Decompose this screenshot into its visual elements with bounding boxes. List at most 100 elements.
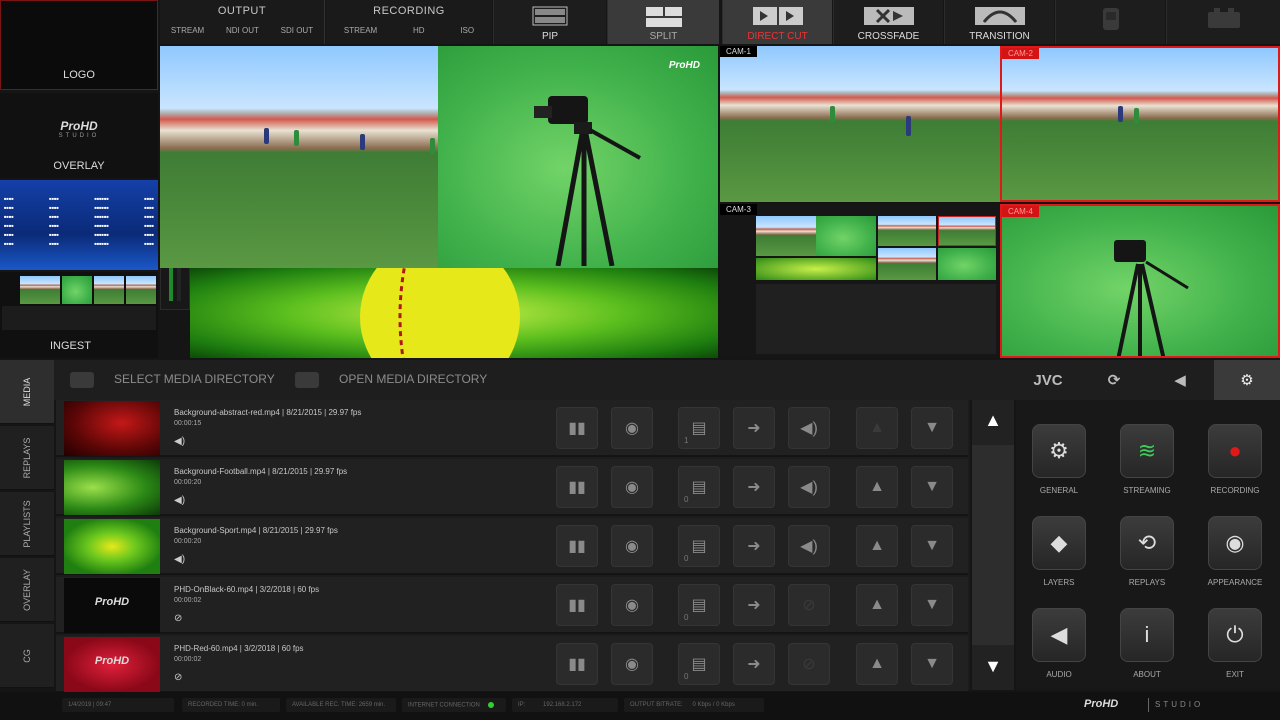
tab-replays[interactable]: REPLAYS (0, 426, 54, 490)
recording-iso-toggle[interactable]: ISO (457, 26, 477, 35)
camera-preview-3[interactable]: CAM-3 (720, 204, 1000, 358)
speaker-icon: ◀ (1174, 372, 1186, 389)
audio-button[interactable]: ◀) (788, 525, 830, 567)
pip-button[interactable]: PIP (493, 0, 606, 44)
media-scroll-track[interactable] (972, 445, 1014, 645)
preview-button[interactable]: ◉ (611, 466, 653, 508)
add-to-playlist-button[interactable]: ▤ 0 (678, 525, 720, 567)
camera-preview-2[interactable]: CAM-2 (1000, 46, 1280, 202)
media-thumbnail[interactable]: ProHD (64, 578, 160, 633)
output-sdi-toggle[interactable]: SDI OUT (278, 26, 316, 35)
settings-button[interactable]: ⚙ (1214, 360, 1280, 400)
direct-cut-button[interactable]: DIRECT CUT (722, 0, 832, 44)
send-button[interactable]: ➜ (733, 643, 775, 685)
logo-slot[interactable]: LOGO (0, 0, 158, 90)
play-button[interactable]: ▮▮ (556, 525, 598, 567)
scroll-up-icon[interactable]: ▲ (972, 410, 1014, 431)
exit-settings-button[interactable]: ⏻ (1208, 608, 1262, 662)
no-audio-icon[interactable]: ⊘ (174, 672, 182, 683)
scroll-down-icon[interactable]: ▼ (972, 656, 1014, 677)
preview-button[interactable]: ◉ (611, 584, 653, 626)
move-up-button[interactable]: ▲ (856, 643, 898, 685)
program-split-bottom[interactable] (190, 268, 718, 358)
preview-button[interactable]: ◉ (611, 643, 653, 685)
audio-icon[interactable]: ◀) (174, 436, 185, 447)
stinger-button[interactable] (1055, 0, 1165, 44)
about-settings-button[interactable]: i (1120, 608, 1174, 662)
audio-icon[interactable]: ◀) (174, 554, 185, 565)
transition-button[interactable]: TRANSITION (944, 0, 1054, 44)
output-stream-toggle[interactable]: STREAM (168, 26, 207, 35)
disabled-icon: ⊘ (802, 597, 816, 614)
play-button[interactable]: ▮▮ (556, 407, 598, 449)
recording-settings-button[interactable]: ● (1208, 424, 1262, 478)
media-thumbnail[interactable] (64, 460, 160, 515)
recording-stream-toggle[interactable]: STREAM (341, 26, 380, 35)
streaming-settings-button[interactable]: ≋ (1120, 424, 1174, 478)
media-row[interactable]: ProHD PHD-Red-60.mp4 | 3/2/2018 | 60 fps 0… (56, 636, 968, 693)
layers-settings-button[interactable]: ◆ (1032, 516, 1086, 570)
crossfade-button[interactable]: CROSSFADE (833, 0, 943, 44)
camera-preview-4[interactable]: CAM-4 (1000, 204, 1280, 358)
tab-cg[interactable]: CG (0, 624, 54, 688)
move-down-button[interactable]: ▼ (911, 466, 953, 508)
audio-button[interactable]: ◀) (788, 407, 830, 449)
open-media-directory-button[interactable]: OPEN MEDIA DIRECTORY (295, 372, 487, 388)
add-to-playlist-button[interactable]: ▤ 0 (678, 466, 720, 508)
output-ndi-toggle[interactable]: NDI OUT (223, 26, 262, 35)
select-media-directory-button[interactable]: SELECT MEDIA DIRECTORY (70, 372, 275, 388)
tab-overlay-label: OVERLAY (22, 568, 32, 611)
preview-button[interactable]: ◉ (611, 525, 653, 567)
move-up-button[interactable]: ▲ (856, 466, 898, 508)
media-thumbnail[interactable] (64, 519, 160, 574)
audio-icon[interactable]: ◀) (174, 495, 185, 506)
tab-playlists[interactable]: PLAYLISTS (0, 492, 54, 556)
send-button[interactable]: ➜ (733, 525, 775, 567)
play-button[interactable]: ▮▮ (556, 584, 598, 626)
add-to-playlist-button[interactable]: ▤ 0 (678, 584, 720, 626)
move-down-button[interactable]: ▼ (911, 407, 953, 449)
speaker-button[interactable]: ◀ (1150, 360, 1210, 400)
tab-overlay[interactable]: OVERLAY (0, 558, 54, 622)
media-row[interactable]: Background-abstract-red.mp4 | 8/21/2015 … (56, 400, 968, 457)
move-down-button[interactable]: ▼ (911, 643, 953, 685)
media-row[interactable]: Background-Sport.mp4 | 8/21/2015 | 29.97… (56, 518, 968, 575)
ingest-tile[interactable]: INGEST (0, 272, 158, 358)
move-up-button[interactable]: ▲ (856, 407, 898, 449)
program-split-right[interactable]: ProHD (438, 46, 718, 268)
media-thumbnail[interactable]: ProHD (64, 637, 160, 692)
overlay-preview[interactable]: ■■■■ ■■■■ ■■■■■■ ■■■■ ■■■■ ■■■■ ■■■■■■ ■■■■ ■■… (0, 180, 158, 270)
move-down-button[interactable]: ▼ (911, 584, 953, 626)
send-button[interactable]: ➜ (733, 584, 775, 626)
audio-button[interactable]: ⊘ (788, 584, 830, 626)
media-thumbnail[interactable] (64, 401, 160, 456)
no-audio-icon[interactable]: ⊘ (174, 613, 182, 624)
jvc-button[interactable]: JVC (1018, 360, 1078, 400)
preview-button[interactable]: ◉ (611, 407, 653, 449)
program-split-left[interactable] (160, 46, 438, 268)
move-down-button[interactable]: ▼ (911, 525, 953, 567)
general-settings-button[interactable]: ⚙ (1032, 424, 1086, 478)
tab-media[interactable]: MEDIA (0, 360, 54, 424)
split-button[interactable]: SPLIT (607, 0, 719, 44)
recording-hd-toggle[interactable]: HD (410, 26, 428, 35)
add-to-playlist-button[interactable]: ▤ 0 (678, 643, 720, 685)
appearance-settings-button[interactable]: ◉ (1208, 516, 1262, 570)
camera-preview-1[interactable]: CAM-1 (720, 46, 1000, 202)
replays-settings-button[interactable]: ⟲ (1120, 516, 1174, 570)
send-button[interactable]: ➜ (733, 466, 775, 508)
macro-button[interactable] (1166, 0, 1280, 44)
overlay-tile[interactable]: ProHD STUDIO OVERLAY (0, 93, 158, 178)
audio-settings-button[interactable]: ◀ (1032, 608, 1086, 662)
audio-button[interactable]: ⊘ (788, 643, 830, 685)
audio-button[interactable]: ◀) (788, 466, 830, 508)
move-up-button[interactable]: ▲ (856, 525, 898, 567)
play-button[interactable]: ▮▮ (556, 466, 598, 508)
play-button[interactable]: ▮▮ (556, 643, 598, 685)
send-button[interactable]: ➜ (733, 407, 775, 449)
media-row[interactable]: ProHD PHD-OnBlack-60.mp4 | 3/2/2018 | 60 … (56, 577, 968, 634)
move-up-button[interactable]: ▲ (856, 584, 898, 626)
sync-button[interactable]: ⟳ (1084, 360, 1144, 400)
add-to-playlist-button[interactable]: ▤ 1 (678, 407, 720, 449)
media-row[interactable]: Background-Football.mp4 | 8/21/2015 | 29… (56, 459, 968, 516)
